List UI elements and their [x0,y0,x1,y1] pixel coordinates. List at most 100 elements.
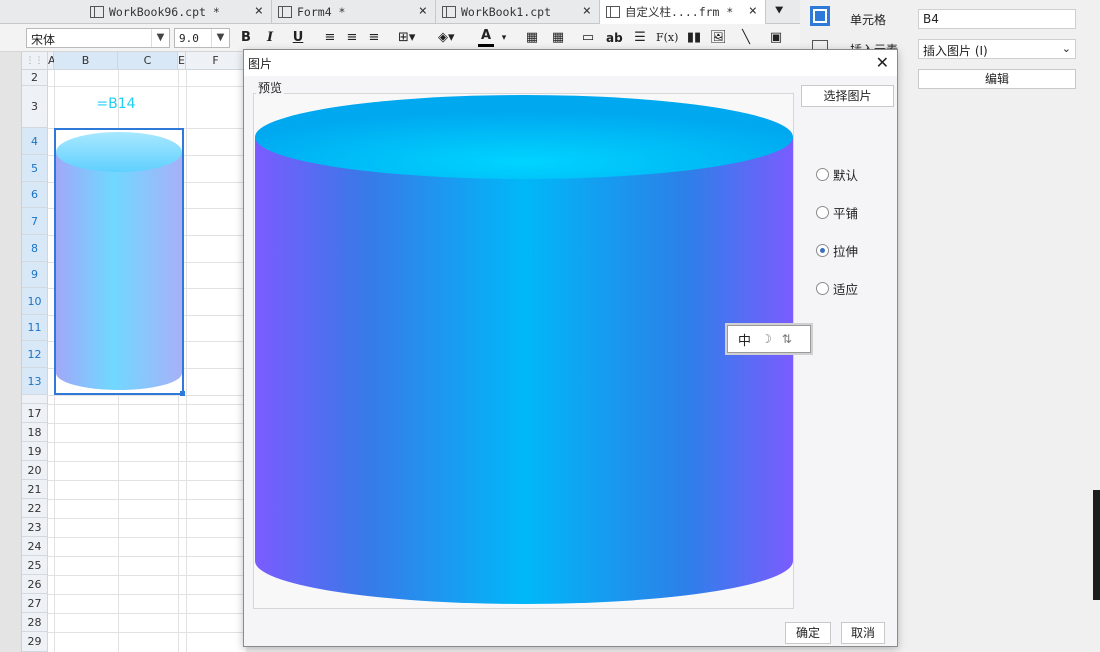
edit-button[interactable]: 编辑 [918,69,1076,89]
chevron-down-icon[interactable]: ⌄ [1062,42,1071,55]
grid-line [48,575,246,576]
close-icon[interactable]: × [583,3,591,19]
row-header[interactable]: 4 [22,128,48,155]
underline-button[interactable]: U [290,29,306,47]
row-header[interactable]: 13 [22,368,48,395]
font-family-select[interactable]: 宋体 ▼ [26,28,170,48]
tab-workbook1[interactable]: WorkBook1.cpt × [436,0,600,24]
tab-workbook96[interactable]: WorkBook96.cpt * × [84,0,272,24]
select-image-button[interactable]: 选择图片 [801,85,894,107]
chevron-down-icon[interactable]: ▼ [151,29,169,47]
row-header[interactable]: 24 [22,537,48,556]
row-header[interactable]: 19 [22,442,48,461]
row-header[interactable]: 17 [22,404,48,423]
ime-mode[interactable]: 中 [738,330,751,349]
grid-line [48,613,246,614]
ime-toolbar[interactable]: 中 ☽ ⇅ [727,325,811,353]
radio-icon[interactable] [816,282,829,295]
grid-line [48,632,246,633]
radio-icon[interactable] [816,206,829,219]
row-header[interactable]: 6 [22,182,48,208]
cell-field[interactable]: B4 [918,9,1076,29]
close-icon[interactable]: × [419,3,427,19]
col-header-e[interactable]: E [178,52,186,70]
row-header[interactable]: 26 [22,575,48,594]
chart-icon[interactable]: ▮▮ [686,29,702,47]
option-default[interactable]: 默认 [816,165,858,184]
preview-label: 预览 [256,79,285,96]
moon-icon[interactable]: ☽ [761,332,772,346]
bold-button[interactable]: B [238,29,254,47]
formula-button[interactable]: F(x) [656,29,678,47]
corner-handle[interactable]: ⋮⋮ [22,52,48,70]
widget-icon[interactable]: ▣ [768,29,784,47]
grid-icon [90,6,104,18]
option-stretch[interactable]: 拉伸 [816,241,858,260]
fill-color-icon[interactable]: ◈▾ [438,29,455,47]
ok-button[interactable]: 确定 [785,622,831,644]
tab-label: WorkBook1.cpt [461,5,552,19]
option-label: 拉伸 [833,244,859,259]
row-header[interactable]: 7 [22,208,48,235]
spreadsheet-grid[interactable]: ⋮⋮ A B C E F 2 3 4 5 6 7 8 9 10 11 12 13… [22,52,246,652]
row-header[interactable]: 9 [22,262,48,288]
grid-line [48,594,246,595]
row-header[interactable]: 23 [22,518,48,537]
row-header[interactable]: 27 [22,594,48,613]
col-header-c[interactable]: C [118,52,178,70]
row-header[interactable]: 29 [22,632,48,652]
tab-custom-cylinder[interactable]: 自定义柱....frm * × [600,0,766,24]
col-header-b[interactable]: B [54,52,118,70]
resize-handle[interactable] [180,391,185,396]
radio-icon[interactable] [816,168,829,181]
grid-line [48,461,246,462]
row-header[interactable]: 22 [22,499,48,518]
row-header[interactable]: 11 [22,315,48,341]
row-header[interactable]: 8 [22,235,48,262]
merge-icon[interactable]: ▭ [580,29,596,47]
cell-label: 单元格 [850,13,887,27]
paragraph-icon[interactable]: ☰ [632,29,648,47]
font-color-icon[interactable]: A [478,29,494,47]
font-size-select[interactable]: 9.0 ▼ [174,28,230,48]
align-center-icon[interactable]: ≡ [344,29,360,47]
image-icon[interactable]: 🖼 [710,29,727,47]
cell-b4-selection[interactable] [54,128,185,396]
row-header[interactable]: 28 [22,613,48,632]
insert-element-select[interactable]: 插入图片 (I) ⌄ [918,39,1076,59]
tab-overflow-icon[interactable]: ⯆ [774,4,784,19]
cancel-button[interactable]: 取消 [841,622,885,644]
dialog-titlebar[interactable]: 图片 ✕ [244,50,897,76]
row-header[interactable]: 3 [22,86,48,128]
italic-button[interactable]: I [262,29,278,47]
cell-b3-formula[interactable]: =B14 [54,96,178,112]
row-header[interactable]: 12 [22,341,48,368]
chevron-down-icon[interactable]: ▾ [496,29,512,47]
row-header[interactable]: 5 [22,155,48,182]
col-header-f[interactable]: F [186,52,246,70]
cell-style-icon[interactable]: ▦ [524,29,540,47]
align-left-icon[interactable]: ≡ [322,29,338,47]
row-header[interactable]: 25 [22,556,48,575]
row-header[interactable]: 20 [22,461,48,480]
option-tile[interactable]: 平铺 [816,203,858,222]
align-right-icon[interactable]: ≡ [366,29,382,47]
option-fit[interactable]: 适应 [816,279,858,298]
slash-icon[interactable]: ╲ [738,29,754,47]
close-icon[interactable]: × [255,3,263,19]
row-header[interactable]: 10 [22,288,48,315]
border-icon[interactable]: ⊞▾ [398,29,415,47]
table-icon[interactable]: ▦ [550,29,566,47]
close-icon[interactable]: × [749,3,757,19]
tab-label: Form4 * [297,5,346,19]
chevron-down-icon[interactable]: ▼ [211,29,229,47]
row-header[interactable]: 18 [22,423,48,442]
radio-checked-icon[interactable] [816,244,829,257]
punctuation-icon[interactable]: ⇅ [782,332,792,346]
row-header[interactable]: 2 [22,70,48,86]
row-header[interactable]: 21 [22,480,48,499]
cell-attr-icon[interactable] [810,6,830,26]
close-icon[interactable]: ✕ [876,53,889,72]
tab-form4[interactable]: Form4 * × [272,0,436,24]
text-tool-button[interactable]: ab [606,29,623,47]
